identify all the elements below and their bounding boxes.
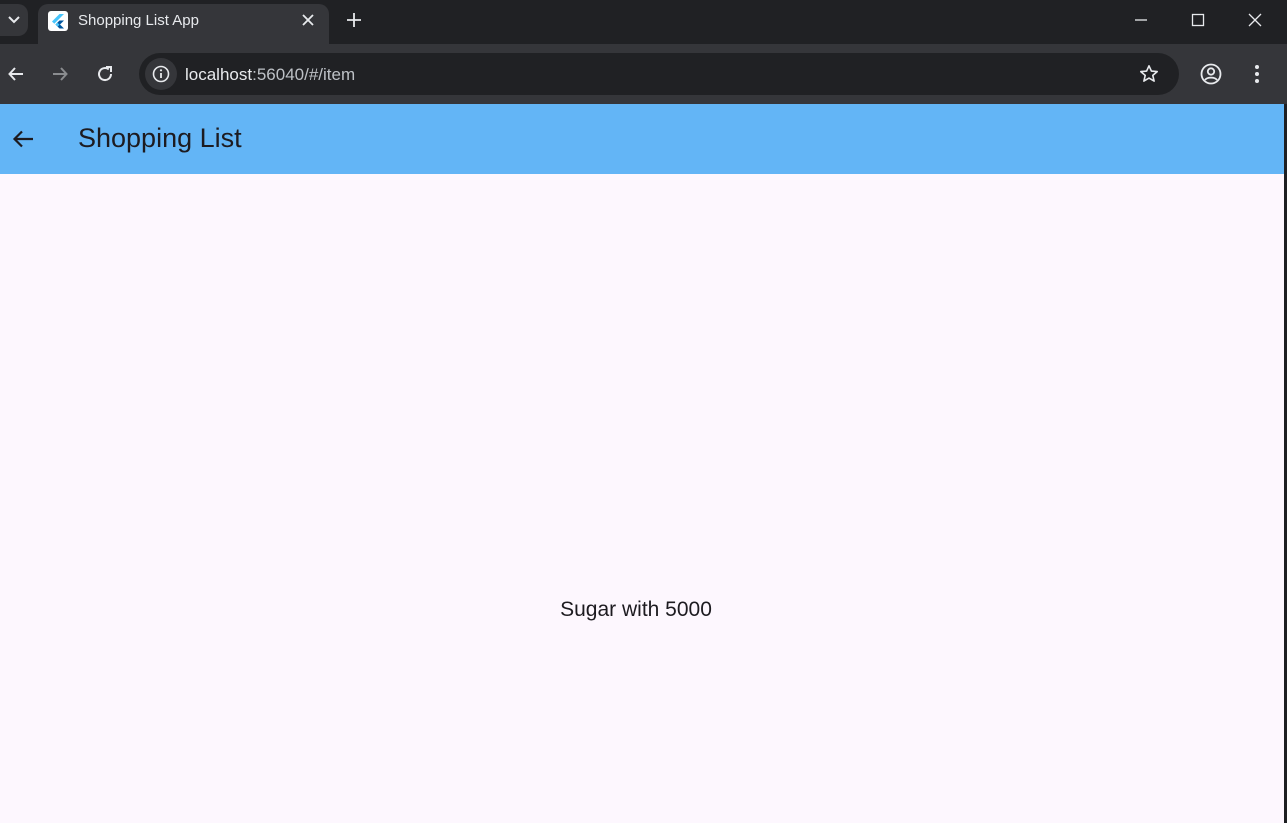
browser-toolbar: localhost:56040/#/item bbox=[0, 44, 1287, 104]
profile-button[interactable] bbox=[1199, 62, 1223, 86]
flutter-icon bbox=[48, 11, 68, 31]
minimize-icon bbox=[1135, 19, 1147, 21]
url-path: :56040/#/item bbox=[252, 65, 356, 84]
forward-nav-button[interactable] bbox=[48, 62, 72, 86]
url-host: localhost bbox=[185, 65, 253, 84]
chevron-down-icon bbox=[8, 16, 20, 24]
close-icon bbox=[302, 14, 314, 26]
arrow-back-icon bbox=[12, 130, 33, 148]
info-icon bbox=[152, 65, 170, 83]
reload-button[interactable] bbox=[93, 62, 117, 86]
maximize-button[interactable] bbox=[1186, 8, 1210, 32]
maximize-icon bbox=[1191, 13, 1205, 27]
site-info-button[interactable] bbox=[145, 58, 177, 90]
reload-icon bbox=[98, 66, 113, 82]
minimize-button[interactable] bbox=[1129, 8, 1153, 32]
app-bar: Shopping List bbox=[0, 104, 1284, 174]
back-button[interactable] bbox=[8, 124, 38, 154]
app-page: Shopping List Sugar with 5000 bbox=[0, 104, 1284, 823]
browser-menu-button[interactable] bbox=[1245, 62, 1269, 86]
close-icon bbox=[1248, 13, 1262, 27]
address-bar[interactable]: localhost:56040/#/item bbox=[139, 53, 1179, 95]
browser-tab[interactable]: Shopping List App bbox=[38, 4, 329, 44]
close-window-button[interactable] bbox=[1243, 8, 1267, 32]
arrow-left-icon bbox=[8, 67, 23, 81]
new-tab-button[interactable] bbox=[342, 8, 366, 32]
browser-window: Shopping List App localhost:56040/#/item… bbox=[0, 0, 1287, 823]
page-title: Shopping List bbox=[78, 123, 242, 153]
back-nav-button[interactable] bbox=[4, 62, 28, 86]
plus-icon bbox=[347, 13, 361, 27]
item-detail-text: Sugar with 5000 bbox=[560, 598, 712, 621]
bookmark-button[interactable] bbox=[1137, 62, 1161, 86]
more-vert-icon bbox=[1255, 65, 1259, 83]
account-circle-icon bbox=[1200, 63, 1222, 85]
url-text: localhost:56040/#/item bbox=[185, 65, 355, 85]
arrow-right-icon bbox=[53, 67, 68, 81]
star-icon bbox=[1140, 65, 1158, 82]
tab-close-button[interactable] bbox=[298, 10, 318, 30]
tab-strip: Shopping List App bbox=[0, 0, 1287, 44]
tab-title: Shopping List App bbox=[78, 12, 199, 29]
tab-search-button[interactable] bbox=[0, 4, 28, 36]
